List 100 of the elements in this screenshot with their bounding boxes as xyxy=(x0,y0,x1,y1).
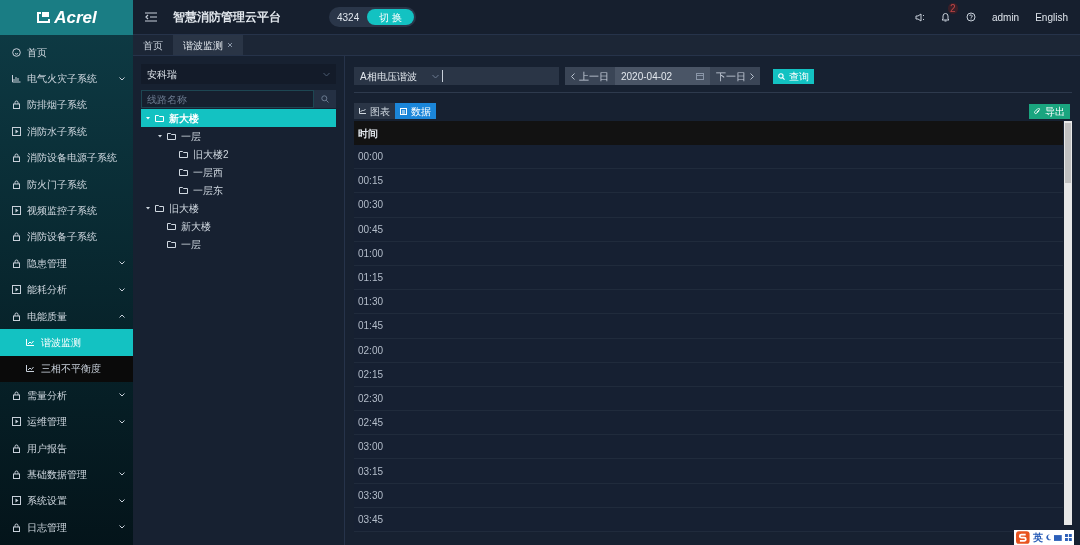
site-select[interactable]: 安科瑞 xyxy=(141,64,336,84)
previous-day-button[interactable]: 上一日 xyxy=(565,67,615,85)
sidebar-item[interactable]: 隐患管理 xyxy=(0,250,133,277)
table-cell-text: 01:30 xyxy=(358,295,384,310)
smile-icon xyxy=(12,47,21,57)
sidebar-item[interactable]: 消防设备电源子系统 xyxy=(0,144,133,171)
chevron-left-icon xyxy=(571,72,575,80)
chevron-right-icon xyxy=(750,72,754,80)
caret-icon xyxy=(146,206,150,210)
sidebar-item[interactable]: 能耗分析 xyxy=(0,276,133,303)
tree-item[interactable]: 旧大楼2 xyxy=(141,145,336,163)
next-day-button[interactable]: 下一日 xyxy=(710,67,760,85)
play-icon xyxy=(12,285,21,295)
table-cell-text: 03:30 xyxy=(358,488,384,503)
sidebar-item[interactable]: 系统设置 xyxy=(0,487,133,515)
tree-item[interactable]: 一层东 xyxy=(141,181,336,199)
column-header: 时间 xyxy=(358,126,378,141)
table-cell-text: 01:00 xyxy=(358,246,384,261)
sidebar-item[interactable]: 防排烟子系统 xyxy=(0,91,133,119)
folder-icon xyxy=(167,132,176,140)
notification-badge: 2 xyxy=(947,3,958,14)
folder-icon xyxy=(167,240,176,248)
folder-icon xyxy=(179,186,188,194)
tree-item[interactable]: 一层 xyxy=(141,127,336,145)
lock-icon xyxy=(12,469,21,479)
measure-select[interactable]: A相电压谐波 xyxy=(354,67,559,85)
search-icon xyxy=(321,95,329,103)
chart-icon xyxy=(359,108,366,114)
lock-icon xyxy=(12,232,21,242)
table-cell-text: 01:45 xyxy=(358,319,384,334)
moon-icon xyxy=(1045,534,1052,541)
counter-value: 4324 xyxy=(337,10,360,25)
bell-icon[interactable] xyxy=(940,12,950,22)
tab[interactable]: 首页 xyxy=(133,35,173,55)
table-icon xyxy=(400,107,407,115)
close-icon[interactable] xyxy=(227,42,233,48)
play-icon xyxy=(12,206,21,216)
sidebar-item[interactable]: 消防设备子系统 xyxy=(0,223,133,251)
lock-icon xyxy=(12,443,21,453)
tree-item[interactable]: 一层西 xyxy=(141,163,336,181)
keyboard-icon xyxy=(1054,534,1063,541)
table-cell-text: 00:15 xyxy=(358,174,384,189)
sidebar-item[interactable]: 防火门子系统 xyxy=(0,170,133,198)
date-field[interactable]: 2020-04-02 xyxy=(615,67,710,85)
sidebar-item[interactable]: 日志管理 xyxy=(0,514,133,541)
folder-icon xyxy=(179,150,188,158)
ime-mode[interactable]: 英 xyxy=(1032,530,1043,545)
chevron-down-icon xyxy=(432,73,439,79)
chart-icon xyxy=(26,365,34,373)
lock-icon xyxy=(12,179,21,189)
menu-icon[interactable] xyxy=(145,12,157,22)
speaker-icon[interactable] xyxy=(914,12,925,22)
view-tab[interactable]: 图表 xyxy=(354,103,395,119)
sidebar-item[interactable]: 需量分析 xyxy=(0,382,133,409)
calendar-icon xyxy=(696,72,704,80)
tree-item[interactable]: 新大楼 xyxy=(141,217,336,235)
table-cell-text: 02:15 xyxy=(358,367,384,382)
tab[interactable]: 谐波监测 xyxy=(173,35,243,55)
play-icon xyxy=(12,417,21,427)
sidebar-item[interactable]: 电能质量 xyxy=(0,302,133,330)
folder-icon xyxy=(167,222,176,230)
chevron-down-icon xyxy=(323,71,330,77)
ime-logo-icon xyxy=(1016,531,1030,544)
folder-icon xyxy=(155,204,164,212)
search-icon xyxy=(778,72,785,80)
sidebar-item[interactable]: 基础数据管理 xyxy=(0,461,133,488)
help-icon[interactable] xyxy=(965,12,976,22)
table-cell-text: 03:15 xyxy=(358,464,384,479)
lock-icon xyxy=(12,522,21,532)
sidebar-item[interactable]: 首页 xyxy=(0,39,133,66)
sidebar-item[interactable]: 视频监控子系统 xyxy=(0,197,133,224)
language-link[interactable]: English xyxy=(1035,9,1068,25)
sidebar-item[interactable]: 消防水子系统 xyxy=(0,118,133,145)
tree-item[interactable]: 旧大楼 xyxy=(141,199,336,217)
table-cell-text: 02:45 xyxy=(358,416,384,431)
view-tab[interactable]: 数据 xyxy=(395,103,436,119)
app-title: 智慧消防管理云平台 xyxy=(173,9,281,26)
table-cell-text: 02:30 xyxy=(358,391,384,406)
ime-toolbar[interactable]: 英 xyxy=(1014,530,1074,545)
grid-icon xyxy=(1065,534,1072,541)
sidebar-item[interactable]: 用户报告 xyxy=(0,434,133,462)
sidebar-item[interactable]: 电气火灾子系统 xyxy=(0,65,133,92)
lock-icon xyxy=(12,258,21,268)
caret-icon xyxy=(158,134,162,138)
user-name[interactable]: admin xyxy=(991,9,1020,25)
lock-icon xyxy=(12,390,21,400)
sidebar-item[interactable]: 运维管理 xyxy=(0,408,133,435)
logo-text: Acrel xyxy=(54,6,97,29)
lock-icon xyxy=(12,100,21,110)
table-cell-text: 03:00 xyxy=(358,440,384,455)
table-cell-text: 01:15 xyxy=(358,271,384,286)
tree-item[interactable]: 一层 xyxy=(141,235,336,253)
caret-icon xyxy=(146,116,150,120)
sidebar-subitem[interactable]: 三相不平衡度 xyxy=(0,355,133,383)
scrollbar[interactable] xyxy=(1064,121,1072,525)
play-icon xyxy=(12,126,21,136)
logo-icon xyxy=(36,11,51,24)
table-cell-text: 02:00 xyxy=(358,343,384,358)
search-field[interactable]: 线路名称 xyxy=(141,90,314,108)
chart-icon xyxy=(26,339,34,346)
